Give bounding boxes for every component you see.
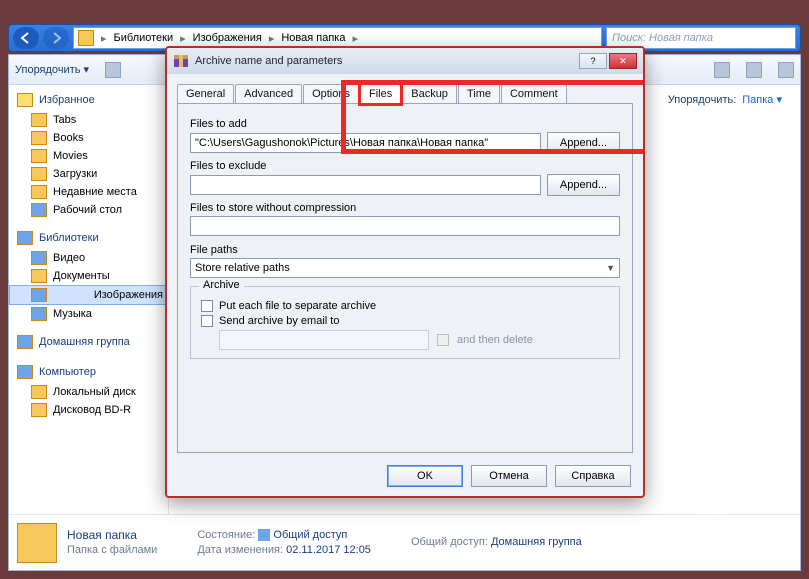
homegroup-icon bbox=[17, 335, 33, 349]
help-dialog-button[interactable]: Справка bbox=[555, 465, 631, 487]
breadcrumb[interactable]: Библиотеки bbox=[114, 32, 174, 44]
close-button[interactable]: ✕ bbox=[609, 53, 637, 69]
organize-button[interactable]: Упорядочить ▾ bbox=[15, 63, 89, 76]
sort-label: Упорядочить: bbox=[668, 94, 737, 106]
file-paths-label: File paths bbox=[190, 244, 620, 256]
files-to-add-label: Files to add bbox=[190, 118, 620, 130]
checkbox-separate[interactable]: Put each file to separate archive bbox=[201, 300, 609, 312]
tab-comment[interactable]: Comment bbox=[501, 84, 567, 104]
tree-item[interactable]: Movies bbox=[9, 147, 168, 165]
desktop-icon bbox=[31, 203, 47, 217]
tree-item[interactable]: Видео bbox=[9, 249, 168, 267]
libraries-section[interactable]: Библиотеки bbox=[9, 227, 168, 249]
checkbox-icon bbox=[201, 315, 213, 327]
cancel-button[interactable]: Отмена bbox=[471, 465, 547, 487]
favorites-section[interactable]: Избранное bbox=[9, 89, 168, 111]
status-name: Новая папка bbox=[67, 528, 157, 543]
music-icon bbox=[31, 307, 47, 321]
tree-item-selected[interactable]: Изображения bbox=[9, 285, 168, 305]
files-nocompress-label: Files to store without compression bbox=[190, 202, 620, 214]
breadcrumb[interactable]: Изображения bbox=[193, 32, 262, 44]
toolbar-icon[interactable] bbox=[105, 62, 121, 78]
winrar-icon bbox=[173, 54, 189, 68]
checkbox-icon bbox=[201, 300, 213, 312]
status-bar: Новая папка Папка с файлами Состояние: О… bbox=[9, 514, 800, 570]
help-icon[interactable] bbox=[778, 62, 794, 78]
share-icon bbox=[258, 529, 270, 541]
folder-icon bbox=[31, 167, 47, 181]
tree-item[interactable]: Недавние места bbox=[9, 183, 168, 201]
breadcrumb[interactable]: Новая папка bbox=[281, 32, 345, 44]
append-button[interactable]: Append... bbox=[547, 132, 620, 154]
sort-dropdown[interactable]: Папка ▾ bbox=[742, 93, 782, 106]
files-to-exclude-label: Files to exclude bbox=[190, 160, 620, 172]
nav-tree: Избранное Tabs Books Movies Загрузки Нед… bbox=[9, 85, 169, 514]
back-button[interactable] bbox=[13, 27, 39, 49]
folder-icon bbox=[78, 30, 94, 46]
archive-dialog: Archive name and parameters ? ✕ General … bbox=[165, 46, 645, 498]
computer-icon bbox=[17, 365, 33, 379]
folder-icon bbox=[31, 185, 47, 199]
folder-icon bbox=[31, 113, 47, 127]
files-to-exclude-input[interactable] bbox=[190, 175, 541, 195]
tree-item[interactable]: Books bbox=[9, 129, 168, 147]
files-to-add-input[interactable]: "C:\Users\Gagushonok\Pictures\Новая папк… bbox=[190, 133, 541, 153]
tree-item[interactable]: Рабочий стол bbox=[9, 201, 168, 219]
tree-item[interactable]: Дисковод BD-R bbox=[9, 401, 168, 419]
documents-icon bbox=[31, 269, 47, 283]
help-button[interactable]: ? bbox=[579, 53, 607, 69]
email-input bbox=[219, 330, 429, 350]
arrow-left-icon bbox=[19, 31, 33, 45]
dialog-titlebar[interactable]: Archive name and parameters ? ✕ bbox=[167, 48, 643, 74]
chevron-down-icon: ▼ bbox=[606, 263, 615, 273]
view-icon[interactable] bbox=[714, 62, 730, 78]
library-icon bbox=[17, 231, 33, 245]
tab-files[interactable]: Files bbox=[360, 84, 401, 104]
tab-backup[interactable]: Backup bbox=[402, 84, 457, 104]
append-exclude-button[interactable]: Append... bbox=[547, 174, 620, 196]
tab-options[interactable]: Options bbox=[303, 84, 359, 104]
status-type: Папка с файлами bbox=[67, 543, 157, 558]
tab-panel-files: Files to add "C:\Users\Gagushonok\Pictur… bbox=[177, 103, 633, 453]
pictures-icon bbox=[31, 288, 47, 302]
dialog-tabs: General Advanced Options Files Backup Ti… bbox=[177, 84, 633, 104]
tab-advanced[interactable]: Advanced bbox=[235, 84, 302, 104]
files-nocompress-input[interactable] bbox=[190, 216, 620, 236]
video-icon bbox=[31, 251, 47, 265]
tree-item[interactable]: Документы bbox=[9, 267, 168, 285]
drive-icon bbox=[31, 385, 47, 399]
star-icon bbox=[17, 93, 33, 107]
forward-button[interactable] bbox=[43, 27, 69, 49]
tree-item[interactable]: Tabs bbox=[9, 111, 168, 129]
homegroup-section[interactable]: Домашняя группа bbox=[9, 331, 168, 353]
file-paths-select[interactable]: Store relative paths▼ bbox=[190, 258, 620, 278]
tab-time[interactable]: Time bbox=[458, 84, 500, 104]
computer-section[interactable]: Компьютер bbox=[9, 361, 168, 383]
tree-item[interactable]: Музыка bbox=[9, 305, 168, 323]
tab-general[interactable]: General bbox=[177, 84, 234, 104]
then-delete-label: and then delete bbox=[457, 334, 533, 346]
tree-item[interactable]: Локальный диск bbox=[9, 383, 168, 401]
ok-button[interactable]: OK bbox=[387, 465, 463, 487]
folder-icon bbox=[31, 149, 47, 163]
selection-thumbnail bbox=[17, 523, 57, 563]
archive-group: Archive Put each file to separate archiv… bbox=[190, 286, 620, 359]
folder-icon bbox=[31, 131, 47, 145]
tree-item[interactable]: Загрузки bbox=[9, 165, 168, 183]
dialog-footer: OK Отмена Справка bbox=[167, 456, 643, 496]
checkbox-email[interactable]: Send archive by email to bbox=[201, 315, 609, 327]
dialog-title: Archive name and parameters bbox=[195, 55, 342, 67]
arrow-right-icon bbox=[49, 31, 63, 45]
preview-icon[interactable] bbox=[746, 62, 762, 78]
optical-drive-icon bbox=[31, 403, 47, 417]
checkbox-icon bbox=[437, 334, 449, 346]
